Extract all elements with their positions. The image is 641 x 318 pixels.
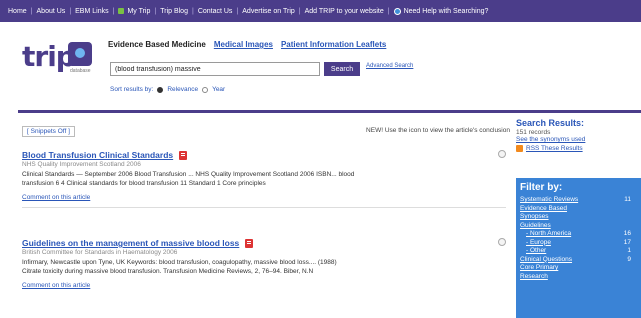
filter-item[interactable]: Clinical Questions 9 — [520, 256, 637, 265]
search-input[interactable] — [110, 62, 320, 76]
pdf-icon[interactable] — [179, 150, 188, 160]
conclusion-icon[interactable] — [498, 238, 506, 246]
sort-year-radio[interactable] — [202, 86, 209, 93]
filter-item[interactable]: Systematic Reviews 11 — [520, 196, 637, 205]
result-title[interactable]: Blood Transfusion Clinical Standards — [22, 150, 173, 160]
advanced-search-link[interactable]: Advanced Search — [366, 63, 413, 69]
sort-relevance-radio[interactable] — [157, 86, 164, 93]
header-divider — [18, 110, 641, 113]
filter-item[interactable]: Evidence Based — [520, 205, 637, 214]
result-snippet: Clinical Standards — September 2006 Bloo… — [22, 171, 355, 187]
result-source: NHS Quality Improvement Scotland 2006 — [22, 161, 141, 168]
trip-logo[interactable]: trip database — [22, 36, 102, 86]
logo-subtitle: database — [70, 68, 91, 74]
result-item: Blood Transfusion Clinical Standards NHS… — [22, 150, 506, 208]
conclusion-tip-text: NEW! Use the icon to view the article's … — [366, 127, 510, 134]
results-count: 151 records — [516, 129, 551, 136]
filter-item[interactable]: - Europe 17 — [520, 239, 637, 248]
search-button[interactable]: Search — [324, 62, 360, 76]
nav-ebm-links[interactable]: EBM Links — [75, 8, 108, 15]
filter-panel: Filter by: Systematic Reviews 11 Evidence… — [516, 178, 641, 318]
nav-trip-blog[interactable]: Trip Blog — [160, 8, 188, 15]
filter-item[interactable]: - Other 1 — [520, 247, 637, 256]
help-icon — [393, 7, 401, 15]
pdf-icon[interactable] — [245, 238, 254, 248]
result-divider — [22, 207, 506, 208]
nav-advertise[interactable]: Advertise on Trip — [242, 8, 295, 15]
result-source: British Committee for Standards in Haema… — [22, 249, 178, 256]
logo-icon — [68, 42, 92, 66]
rss-icon — [516, 145, 523, 152]
sort-relevance-label: Relevance — [167, 86, 199, 93]
synonyms-link[interactable]: See the synonyms used — [516, 136, 641, 143]
result-title[interactable]: Guidelines on the management of massive … — [22, 238, 239, 248]
conclusion-tip: NEW! Use the icon to view the article's … — [366, 127, 510, 134]
result-snippet: Infirmary, Newcastle upon Tyne, UK Keywo… — [22, 259, 337, 275]
results-area: [ Snippets Off ] NEW! Use the icon to vi… — [18, 118, 510, 318]
snippets-toggle-button[interactable]: [ Snippets Off ] — [22, 126, 75, 137]
tab-evidence-based-medicine[interactable]: Evidence Based Medicine — [108, 40, 206, 49]
sort-year-label: Year — [212, 86, 226, 93]
rss-link[interactable]: RSS These Results — [516, 145, 641, 152]
comment-link[interactable]: Comment on this article — [22, 282, 506, 289]
filter-item[interactable]: Guidelines — [520, 222, 637, 231]
nav-help[interactable]: Need Help with Searching? — [393, 7, 488, 15]
nav-add-trip[interactable]: Add TRIP to your website — [305, 8, 384, 15]
conclusion-icon[interactable] — [498, 150, 506, 158]
filter-item[interactable]: - North America 16 — [520, 230, 637, 239]
nav-my-trip[interactable]: My Trip — [118, 8, 150, 15]
my-trip-icon — [118, 8, 125, 14]
sidebar: Search Results: 151 records See the syno… — [516, 118, 641, 318]
filter-heading: Filter by: — [520, 182, 563, 193]
filter-item[interactable]: Core Primary — [520, 264, 637, 273]
tab-patient-leaflets[interactable]: Patient Information Leaflets — [281, 40, 386, 49]
search-results-heading: Search Results: — [516, 118, 585, 128]
result-item: Guidelines on the management of massive … — [22, 238, 506, 289]
sort-options: Sort results by: Relevance Year — [110, 86, 225, 93]
filter-item[interactable]: Research — [520, 273, 637, 282]
sort-label: Sort results by: — [110, 86, 154, 93]
logo-word: trip — [22, 40, 76, 73]
nav-home[interactable]: Home — [8, 8, 27, 15]
comment-link[interactable]: Comment on this article — [22, 194, 506, 201]
search-tabs: Evidence Based Medicine Medical Images P… — [108, 40, 386, 49]
tab-medical-images[interactable]: Medical Images — [214, 40, 273, 49]
top-nav-bar: Home | About Us | EBM Links | My Trip | … — [0, 0, 641, 22]
nav-about-us[interactable]: About Us — [37, 8, 66, 15]
filter-item[interactable]: Synopses — [520, 213, 637, 222]
nav-contact-us[interactable]: Contact Us — [198, 8, 233, 15]
